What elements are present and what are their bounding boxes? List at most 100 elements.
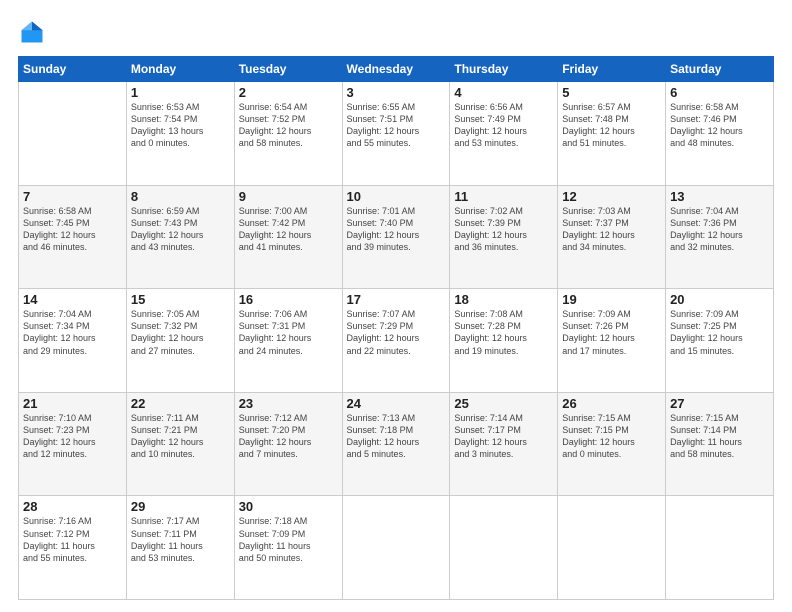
day-info: Sunrise: 7:05 AM Sunset: 7:32 PM Dayligh… xyxy=(131,308,230,357)
day-info: Sunrise: 7:11 AM Sunset: 7:21 PM Dayligh… xyxy=(131,412,230,461)
day-info: Sunrise: 7:14 AM Sunset: 7:17 PM Dayligh… xyxy=(454,412,553,461)
calendar-cell: 5Sunrise: 6:57 AM Sunset: 7:48 PM Daylig… xyxy=(558,82,666,186)
week-row-4: 21Sunrise: 7:10 AM Sunset: 7:23 PM Dayli… xyxy=(19,392,774,496)
calendar-cell: 13Sunrise: 7:04 AM Sunset: 7:36 PM Dayli… xyxy=(666,185,774,289)
day-number: 22 xyxy=(131,396,230,411)
calendar-cell: 8Sunrise: 6:59 AM Sunset: 7:43 PM Daylig… xyxy=(126,185,234,289)
day-info: Sunrise: 7:04 AM Sunset: 7:36 PM Dayligh… xyxy=(670,205,769,254)
day-info: Sunrise: 7:02 AM Sunset: 7:39 PM Dayligh… xyxy=(454,205,553,254)
day-number: 27 xyxy=(670,396,769,411)
calendar-cell: 24Sunrise: 7:13 AM Sunset: 7:18 PM Dayli… xyxy=(342,392,450,496)
calendar-cell: 18Sunrise: 7:08 AM Sunset: 7:28 PM Dayli… xyxy=(450,289,558,393)
weekday-header-monday: Monday xyxy=(126,57,234,82)
calendar-cell: 23Sunrise: 7:12 AM Sunset: 7:20 PM Dayli… xyxy=(234,392,342,496)
day-info: Sunrise: 7:09 AM Sunset: 7:25 PM Dayligh… xyxy=(670,308,769,357)
day-info: Sunrise: 7:00 AM Sunset: 7:42 PM Dayligh… xyxy=(239,205,338,254)
calendar-cell: 22Sunrise: 7:11 AM Sunset: 7:21 PM Dayli… xyxy=(126,392,234,496)
day-number: 5 xyxy=(562,85,661,100)
calendar-cell: 10Sunrise: 7:01 AM Sunset: 7:40 PM Dayli… xyxy=(342,185,450,289)
page: SundayMondayTuesdayWednesdayThursdayFrid… xyxy=(0,0,792,612)
calendar-cell: 17Sunrise: 7:07 AM Sunset: 7:29 PM Dayli… xyxy=(342,289,450,393)
calendar-cell: 19Sunrise: 7:09 AM Sunset: 7:26 PM Dayli… xyxy=(558,289,666,393)
day-info: Sunrise: 7:01 AM Sunset: 7:40 PM Dayligh… xyxy=(347,205,446,254)
day-number: 7 xyxy=(23,189,122,204)
day-number: 6 xyxy=(670,85,769,100)
calendar-cell xyxy=(342,496,450,600)
day-number: 4 xyxy=(454,85,553,100)
weekday-header-friday: Friday xyxy=(558,57,666,82)
calendar-cell: 6Sunrise: 6:58 AM Sunset: 7:46 PM Daylig… xyxy=(666,82,774,186)
day-info: Sunrise: 7:18 AM Sunset: 7:09 PM Dayligh… xyxy=(239,515,338,564)
day-info: Sunrise: 6:58 AM Sunset: 7:45 PM Dayligh… xyxy=(23,205,122,254)
day-number: 18 xyxy=(454,292,553,307)
calendar-cell: 2Sunrise: 6:54 AM Sunset: 7:52 PM Daylig… xyxy=(234,82,342,186)
day-number: 23 xyxy=(239,396,338,411)
day-number: 26 xyxy=(562,396,661,411)
day-number: 30 xyxy=(239,499,338,514)
weekday-header-sunday: Sunday xyxy=(19,57,127,82)
calendar-cell: 11Sunrise: 7:02 AM Sunset: 7:39 PM Dayli… xyxy=(450,185,558,289)
day-info: Sunrise: 7:04 AM Sunset: 7:34 PM Dayligh… xyxy=(23,308,122,357)
calendar-cell: 21Sunrise: 7:10 AM Sunset: 7:23 PM Dayli… xyxy=(19,392,127,496)
day-info: Sunrise: 7:12 AM Sunset: 7:20 PM Dayligh… xyxy=(239,412,338,461)
day-info: Sunrise: 7:09 AM Sunset: 7:26 PM Dayligh… xyxy=(562,308,661,357)
day-number: 14 xyxy=(23,292,122,307)
day-number: 19 xyxy=(562,292,661,307)
calendar-cell: 27Sunrise: 7:15 AM Sunset: 7:14 PM Dayli… xyxy=(666,392,774,496)
day-number: 24 xyxy=(347,396,446,411)
day-info: Sunrise: 7:16 AM Sunset: 7:12 PM Dayligh… xyxy=(23,515,122,564)
week-row-3: 14Sunrise: 7:04 AM Sunset: 7:34 PM Dayli… xyxy=(19,289,774,393)
calendar-table: SundayMondayTuesdayWednesdayThursdayFrid… xyxy=(18,56,774,600)
weekday-header-row: SundayMondayTuesdayWednesdayThursdayFrid… xyxy=(19,57,774,82)
calendar-cell xyxy=(19,82,127,186)
calendar-cell: 28Sunrise: 7:16 AM Sunset: 7:12 PM Dayli… xyxy=(19,496,127,600)
day-number: 29 xyxy=(131,499,230,514)
calendar-cell: 4Sunrise: 6:56 AM Sunset: 7:49 PM Daylig… xyxy=(450,82,558,186)
weekday-header-wednesday: Wednesday xyxy=(342,57,450,82)
day-number: 20 xyxy=(670,292,769,307)
day-info: Sunrise: 6:57 AM Sunset: 7:48 PM Dayligh… xyxy=(562,101,661,150)
day-info: Sunrise: 6:53 AM Sunset: 7:54 PM Dayligh… xyxy=(131,101,230,150)
day-number: 16 xyxy=(239,292,338,307)
weekday-header-tuesday: Tuesday xyxy=(234,57,342,82)
calendar-cell: 25Sunrise: 7:14 AM Sunset: 7:17 PM Dayli… xyxy=(450,392,558,496)
calendar-cell: 12Sunrise: 7:03 AM Sunset: 7:37 PM Dayli… xyxy=(558,185,666,289)
day-number: 11 xyxy=(454,189,553,204)
calendar-cell: 26Sunrise: 7:15 AM Sunset: 7:15 PM Dayli… xyxy=(558,392,666,496)
day-info: Sunrise: 7:17 AM Sunset: 7:11 PM Dayligh… xyxy=(131,515,230,564)
logo xyxy=(18,18,50,46)
week-row-1: 1Sunrise: 6:53 AM Sunset: 7:54 PM Daylig… xyxy=(19,82,774,186)
calendar-cell: 14Sunrise: 7:04 AM Sunset: 7:34 PM Dayli… xyxy=(19,289,127,393)
day-info: Sunrise: 7:08 AM Sunset: 7:28 PM Dayligh… xyxy=(454,308,553,357)
day-number: 21 xyxy=(23,396,122,411)
calendar-cell: 30Sunrise: 7:18 AM Sunset: 7:09 PM Dayli… xyxy=(234,496,342,600)
day-number: 10 xyxy=(347,189,446,204)
header xyxy=(18,18,774,46)
day-info: Sunrise: 7:06 AM Sunset: 7:31 PM Dayligh… xyxy=(239,308,338,357)
calendar-cell: 7Sunrise: 6:58 AM Sunset: 7:45 PM Daylig… xyxy=(19,185,127,289)
day-info: Sunrise: 6:58 AM Sunset: 7:46 PM Dayligh… xyxy=(670,101,769,150)
weekday-header-thursday: Thursday xyxy=(450,57,558,82)
day-info: Sunrise: 7:07 AM Sunset: 7:29 PM Dayligh… xyxy=(347,308,446,357)
day-info: Sunrise: 7:15 AM Sunset: 7:14 PM Dayligh… xyxy=(670,412,769,461)
week-row-5: 28Sunrise: 7:16 AM Sunset: 7:12 PM Dayli… xyxy=(19,496,774,600)
day-number: 9 xyxy=(239,189,338,204)
day-number: 3 xyxy=(347,85,446,100)
logo-icon xyxy=(18,18,46,46)
day-info: Sunrise: 6:54 AM Sunset: 7:52 PM Dayligh… xyxy=(239,101,338,150)
day-info: Sunrise: 7:13 AM Sunset: 7:18 PM Dayligh… xyxy=(347,412,446,461)
day-info: Sunrise: 7:10 AM Sunset: 7:23 PM Dayligh… xyxy=(23,412,122,461)
day-number: 17 xyxy=(347,292,446,307)
week-row-2: 7Sunrise: 6:58 AM Sunset: 7:45 PM Daylig… xyxy=(19,185,774,289)
day-number: 13 xyxy=(670,189,769,204)
calendar-cell: 1Sunrise: 6:53 AM Sunset: 7:54 PM Daylig… xyxy=(126,82,234,186)
day-number: 8 xyxy=(131,189,230,204)
calendar-cell: 9Sunrise: 7:00 AM Sunset: 7:42 PM Daylig… xyxy=(234,185,342,289)
day-number: 2 xyxy=(239,85,338,100)
day-info: Sunrise: 6:55 AM Sunset: 7:51 PM Dayligh… xyxy=(347,101,446,150)
calendar-cell xyxy=(558,496,666,600)
day-info: Sunrise: 7:15 AM Sunset: 7:15 PM Dayligh… xyxy=(562,412,661,461)
calendar-cell: 15Sunrise: 7:05 AM Sunset: 7:32 PM Dayli… xyxy=(126,289,234,393)
calendar-cell: 20Sunrise: 7:09 AM Sunset: 7:25 PM Dayli… xyxy=(666,289,774,393)
day-number: 1 xyxy=(131,85,230,100)
